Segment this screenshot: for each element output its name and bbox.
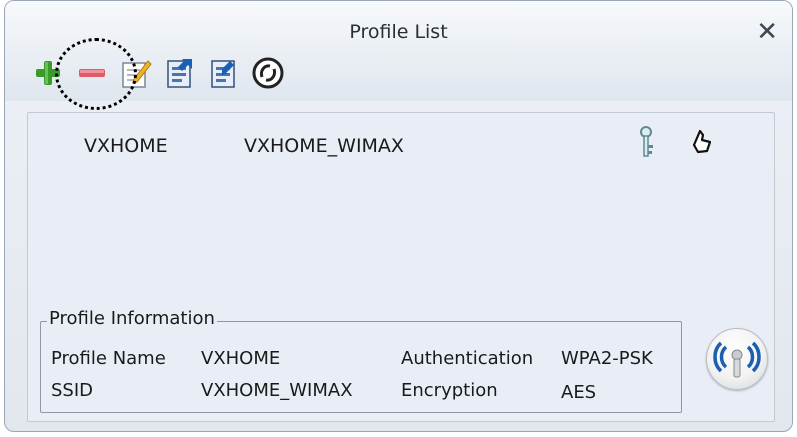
ssid-value: VXHOME_WIMAX (201, 380, 353, 401)
authentication-label: Authentication (401, 348, 534, 369)
encryption-value: AES (561, 382, 597, 403)
remove-button-highlight (55, 38, 137, 110)
encryption-label: Encryption (401, 380, 498, 401)
profile-name-label: Profile Name (51, 348, 166, 369)
connect-status-icon (690, 129, 714, 160)
radio-signal-button[interactable] (706, 328, 768, 390)
profile-list-window: Profile List ✕ VXHOME VXHOME_WIMAX Profi… (4, 0, 793, 432)
profile-information-legend: Profile Information (47, 308, 217, 329)
export-profile-button[interactable] (207, 54, 241, 92)
import-profile-button[interactable] (163, 54, 197, 92)
ssid-label: SSID (51, 380, 94, 401)
authentication-value: WPA2-PSK (561, 348, 653, 369)
window-title: Profile List (349, 21, 448, 43)
export-icon (211, 60, 235, 88)
import-icon (167, 59, 192, 88)
profile-name-value: VXHOME (201, 348, 281, 369)
wireless-signal-icon (713, 341, 761, 378)
profile-list-panel: VXHOME VXHOME_WIMAX Profile Information … (27, 112, 775, 422)
profile-information-group: Profile Information Profile Name VXHOME … (40, 308, 682, 413)
title-bar: Profile List ✕ (5, 1, 792, 110)
profile-row[interactable]: VXHOME VXHOME_WIMAX (28, 125, 774, 161)
connect-icon (252, 57, 284, 89)
profile-ssid-cell: VXHOME_WIMAX (244, 135, 404, 157)
close-icon[interactable]: ✕ (756, 19, 778, 45)
key-icon (636, 125, 656, 164)
connect-button[interactable] (251, 54, 285, 92)
profile-name-cell: VXHOME (84, 135, 168, 157)
